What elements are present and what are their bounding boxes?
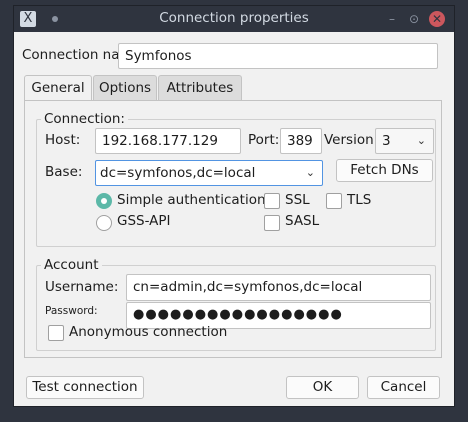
connection-properties-dialog: X Connection properties – ⊙ ✕ Connection… (14, 6, 454, 406)
ok-button[interactable]: OK (286, 376, 359, 399)
simple-auth-radio[interactable] (96, 193, 112, 209)
sasl-label: SASL (285, 213, 320, 229)
tls-checkbox[interactable] (326, 193, 342, 209)
account-group-title: Account (41, 257, 102, 273)
gss-api-radio[interactable] (96, 215, 112, 231)
tab-attributes[interactable]: Attributes (158, 75, 242, 100)
maximize-icon[interactable]: ⊙ (406, 11, 422, 27)
chevron-down-icon[interactable]: ⌄ (306, 161, 315, 185)
username-input[interactable]: cn=admin,dc=symfonos,dc=local (126, 274, 431, 301)
host-label: Host: (45, 132, 81, 148)
ssl-checkbox[interactable] (264, 193, 280, 209)
base-input[interactable]: dc=symfonos,dc=local (100, 165, 255, 181)
version-select[interactable]: 3 ⌄ (375, 128, 434, 154)
simple-auth-label: Simple authentication (117, 192, 266, 208)
close-icon[interactable]: ✕ (429, 11, 445, 27)
fetch-dns-button[interactable]: Fetch DNs (336, 159, 433, 182)
gss-api-label: GSS-API (117, 213, 171, 229)
chevron-down-icon: ⌄ (416, 134, 426, 147)
titlebar: X Connection properties – ⊙ ✕ (14, 6, 454, 32)
anonymous-checkbox[interactable] (48, 325, 64, 341)
anonymous-label: Anonymous connection (69, 324, 228, 340)
connection-name-input[interactable]: Symfonos (118, 43, 438, 69)
base-label: Base: (45, 164, 83, 180)
version-label: Version: (324, 132, 379, 148)
port-input[interactable]: 389 (280, 128, 322, 154)
minimize-icon[interactable]: – (384, 11, 400, 27)
sasl-checkbox[interactable] (264, 215, 280, 231)
username-label: Username: (45, 279, 119, 295)
version-value: 3 (382, 133, 391, 149)
tls-label: TLS (347, 192, 372, 208)
connection-name-label: Connection nar (22, 47, 126, 63)
connection-group-title: Connection: (41, 111, 128, 127)
host-input[interactable]: 192.168.177.129 (95, 128, 241, 154)
tab-general[interactable]: General (24, 75, 92, 101)
test-connection-button[interactable]: Test connection (26, 376, 144, 399)
password-label: Password: (45, 305, 98, 317)
tab-options[interactable]: Options (93, 75, 157, 100)
cancel-button[interactable]: Cancel (367, 376, 440, 399)
port-label: Port: (248, 132, 280, 148)
ssl-label: SSL (285, 192, 310, 208)
base-combobox[interactable]: dc=symfonos,dc=local ⌄ (95, 160, 323, 186)
